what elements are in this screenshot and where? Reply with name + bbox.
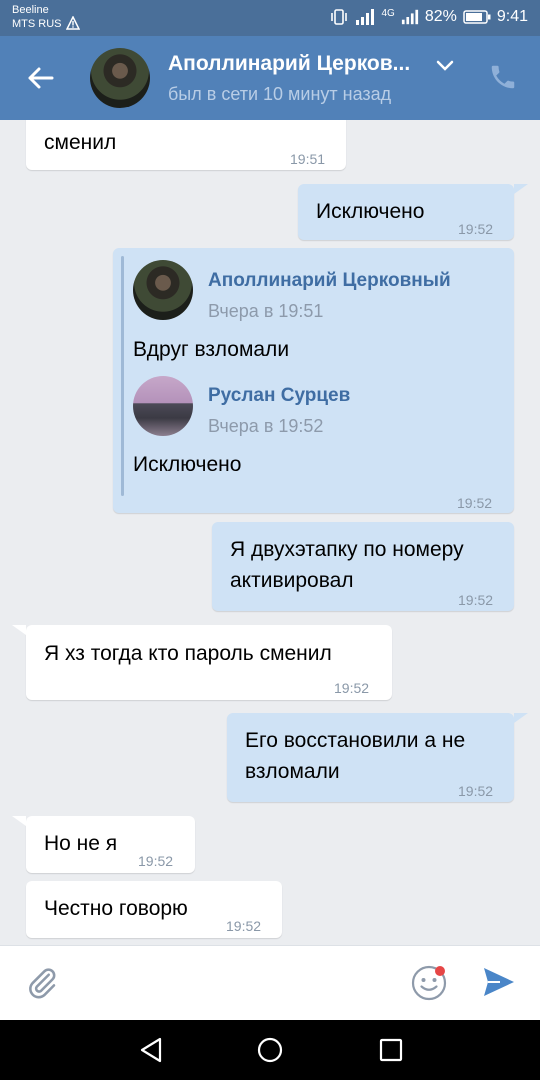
clock: 9:41 [496, 8, 528, 25]
message-incoming[interactable]: Честно говорю 19:52 [26, 881, 282, 938]
message-text-line-1: Я двухэтапку по номеру [230, 538, 464, 561]
forwarded-author-avatar[interactable] [133, 260, 193, 320]
phone-icon [491, 65, 515, 89]
message-list[interactable]: сменил 19:51 Исключено 19:52 Аполлинарий… [0, 120, 540, 945]
back-button[interactable] [20, 58, 60, 98]
message-text: Исключено [316, 200, 425, 223]
nav-home-button[interactable] [256, 1036, 284, 1069]
signal-icon-2 [401, 9, 418, 25]
bubble-tail [12, 816, 26, 826]
avatar[interactable] [90, 48, 150, 108]
battery-percent: 82% [424, 8, 457, 25]
arrow-left-icon [28, 67, 54, 89]
attach-button[interactable] [24, 964, 60, 1007]
nav-recents-button[interactable] [378, 1037, 404, 1068]
system-nav-bar [0, 1020, 540, 1080]
bubble-tail [12, 625, 26, 635]
forwarded-date: Вчера в 19:51 [208, 301, 324, 321]
network-type: 4G [381, 7, 395, 19]
circle-home-icon [257, 1037, 283, 1063]
status-right: 4G 82% 9:41 [329, 7, 528, 27]
message-time: 19:52 [458, 783, 494, 799]
message-text: Но не я [44, 832, 118, 855]
message-text-line-2: активировал [230, 569, 354, 592]
forward-bar [121, 256, 124, 496]
warning-icon [66, 16, 80, 30]
carrier-1: Beeline [12, 4, 49, 16]
message-time: 19:52 [138, 853, 174, 869]
message-incoming[interactable]: сменил 19:51 [26, 120, 346, 170]
message-text-line-2: взломали [245, 760, 340, 783]
signal-icon [356, 9, 375, 25]
chat-header: Аполлинарий Церков... был в сети 10 мину… [0, 36, 540, 120]
message-outgoing[interactable]: Исключено 19:52 [298, 184, 514, 240]
forwarded-author-name[interactable]: Руслан Сурцев [208, 381, 350, 411]
bubble-tail [514, 713, 528, 723]
vibrate-icon [331, 9, 348, 25]
message-outgoing[interactable]: Его восстановили а не взломали 19:52 [227, 713, 514, 802]
message-text: сменил [44, 131, 117, 154]
message-time: 19:52 [334, 680, 370, 696]
message-time: 19:52 [458, 592, 494, 608]
forwarded-author-name[interactable]: Аполлинарий Церковный [208, 266, 451, 296]
message-incoming[interactable]: Но не я 19:52 [26, 816, 195, 873]
battery-icon [463, 10, 491, 24]
call-button[interactable] [488, 62, 518, 97]
forwarded-text: Исключено [133, 453, 242, 476]
triangle-back-icon [140, 1037, 162, 1063]
square-recents-icon [379, 1038, 403, 1062]
message-incoming[interactable]: Я хз тогда кто пароль сменил 19:52 [26, 625, 392, 700]
forwarded-author-avatar[interactable] [133, 376, 193, 436]
chevron-down-icon[interactable] [436, 60, 454, 72]
forwarded-text: Вдруг взломали [133, 338, 290, 361]
carrier-2: MTS RUS [12, 18, 62, 30]
message-time: 19:52 [458, 221, 494, 237]
message-outgoing[interactable]: Я двухэтапку по номеру активировал 19:52 [212, 522, 514, 611]
message-time: 19:52 [457, 495, 493, 511]
send-icon [484, 968, 514, 996]
nav-back-button[interactable] [138, 1036, 164, 1069]
message-text-line-1: Его восстановили а не [245, 729, 466, 752]
message-time: 19:52 [226, 918, 262, 934]
last-seen-status: был в сети 10 минут назад [168, 84, 392, 104]
notification-dot [435, 966, 445, 976]
paperclip-icon [29, 968, 56, 999]
message-forwarded[interactable]: Аполлинарий Церковный Вчера в 19:51 Вдру… [113, 248, 514, 513]
message-text: Честно говорю [44, 897, 188, 920]
status-bar: Beeline MTS RUS 4G 82% 9:41 [0, 0, 540, 36]
contact-name[interactable]: Аполлинарий Церков... [168, 52, 428, 76]
send-button[interactable] [482, 966, 516, 1003]
carrier-info: Beeline MTS RUS [12, 3, 62, 31]
forwarded-date: Вчера в 19:52 [208, 416, 324, 436]
message-time: 19:51 [290, 151, 326, 167]
message-text: Я хз тогда кто пароль сменил [44, 642, 332, 665]
bubble-tail [514, 184, 528, 194]
message-input-bar [0, 945, 540, 1020]
